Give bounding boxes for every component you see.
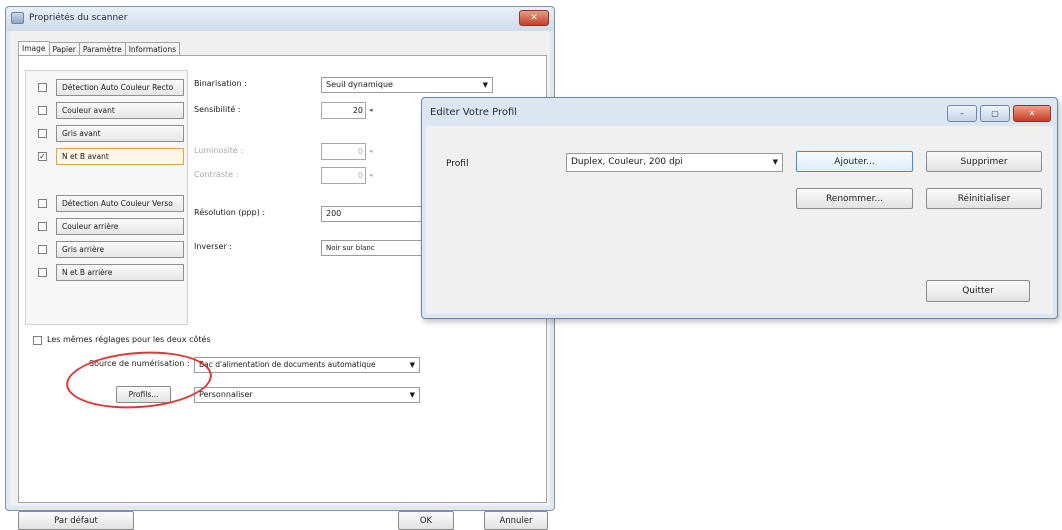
edit-profile-dialog: Editer Votre Profil – ▢ ✕ Profil Duplex,… [421, 97, 1058, 319]
window-title: Propriétés du scanner [29, 13, 128, 23]
chevron-down-icon: ▼ [482, 81, 488, 89]
checkbox-gris-arriere[interactable] [38, 245, 47, 254]
checkbox-gris-avant[interactable] [38, 129, 47, 138]
resolution-label: Résolution (ppp) : [194, 208, 266, 217]
window-title-bar[interactable]: Propriétés du scanner ✕ [6, 7, 554, 31]
binarisation-select[interactable]: Seuil dynamique ▼ [321, 77, 493, 93]
ok-button[interactable]: OK [398, 511, 454, 530]
dialog-title-bar[interactable]: Editer Votre Profil – ▢ ✕ [422, 98, 1057, 126]
contraste-slider-arrow-icon: ◂ [369, 171, 373, 179]
minimize-icon[interactable]: – [947, 105, 977, 122]
checkbox-n-et-b-avant[interactable]: ✓ [38, 152, 47, 161]
tab-parametre[interactable]: Paramètre [78, 42, 126, 56]
sensibilite-spinbox[interactable]: 20 [321, 102, 366, 119]
luminosite-spinbox: 0 [321, 143, 366, 160]
profil-value: Duplex, Couleur, 200 dpi [571, 157, 683, 167]
toggle-couleur-avant[interactable]: Couleur avant [56, 102, 184, 119]
checkbox-couleur-arriere[interactable] [38, 222, 47, 231]
toggle-gris-avant[interactable]: Gris avant [56, 125, 184, 142]
inverser-select[interactable]: Noir sur blanc [321, 240, 431, 256]
dialog-body: Profil Duplex, Couleur, 200 dpi ▼ Ajoute… [426, 126, 1053, 314]
profils-value: Personnaliser [199, 390, 253, 399]
checkbox-detection-auto-verso[interactable] [38, 199, 47, 208]
contraste-label: Contraste : [194, 170, 239, 179]
toggle-n-et-b-arriere[interactable]: N et B arrière [56, 264, 184, 281]
sensibilite-label: Sensibilité : [194, 105, 241, 114]
luminosite-label: Luminosité : [194, 146, 244, 155]
tab-image[interactable]: Image [18, 41, 50, 56]
resolution-select[interactable]: 200 [321, 206, 431, 222]
toggle-couleur-arriere[interactable]: Couleur arrière [56, 218, 184, 235]
add-profile-button[interactable]: Ajouter... [796, 151, 913, 172]
luminosite-slider-arrow-icon: ◂ [369, 147, 373, 155]
tab-strip: Image Papier Paramètre Informations [18, 41, 181, 56]
chevron-down-icon: ▼ [772, 158, 778, 166]
same-settings-label: Les mêmes réglages pour les deux côtés [47, 335, 211, 344]
source-select[interactable]: Bac d'alimentation de documents automati… [194, 357, 420, 373]
tab-papier[interactable]: Papier [48, 42, 80, 56]
toggle-detection-auto-recto[interactable]: Détection Auto Couleur Recto [56, 79, 184, 96]
delete-profile-button[interactable]: Supprimer [926, 151, 1042, 172]
source-value: Bac d'alimentation de documents automati… [199, 360, 376, 369]
same-settings-checkbox[interactable] [33, 336, 42, 345]
image-type-group: Détection Auto Couleur Recto Couleur ava… [25, 70, 188, 325]
toggle-n-et-b-avant[interactable]: N et B avant [56, 148, 184, 165]
quit-button[interactable]: Quitter [926, 280, 1030, 302]
cancel-button[interactable]: Annuler [484, 511, 548, 530]
close-window-button[interactable]: ✕ [519, 10, 549, 26]
inverser-label: Inverser : [194, 242, 232, 251]
checkbox-detection-auto-recto[interactable] [38, 83, 47, 92]
sensibilite-slider-arrow-icon[interactable]: ◂ [369, 102, 373, 119]
toggle-detection-auto-verso[interactable]: Détection Auto Couleur Verso [56, 195, 184, 212]
close-icon[interactable]: ✕ [1013, 105, 1051, 122]
checkbox-couleur-avant[interactable] [38, 106, 47, 115]
binarisation-value: Seuil dynamique [326, 80, 393, 89]
checkbox-n-et-b-arriere[interactable] [38, 268, 47, 277]
tab-informations[interactable]: Informations [124, 42, 181, 56]
default-button[interactable]: Par défaut [18, 511, 134, 530]
binarisation-label: Binarisation : [194, 79, 247, 88]
reset-profile-button[interactable]: Réinitialiser [926, 188, 1042, 209]
profil-label: Profil [446, 159, 469, 169]
rename-profile-button[interactable]: Renommer... [796, 188, 913, 209]
chevron-down-icon: ▼ [409, 361, 415, 369]
dialog-title: Editer Votre Profil [430, 107, 518, 118]
contraste-spinbox: 0 [321, 167, 366, 184]
chevron-down-icon: ▼ [409, 391, 415, 399]
maximize-icon[interactable]: ▢ [980, 105, 1010, 122]
profil-select[interactable]: Duplex, Couleur, 200 dpi ▼ [566, 153, 783, 172]
scanner-app-icon [11, 12, 24, 24]
toggle-gris-arriere[interactable]: Gris arrière [56, 241, 184, 258]
profils-select[interactable]: Personnaliser ▼ [194, 387, 420, 403]
